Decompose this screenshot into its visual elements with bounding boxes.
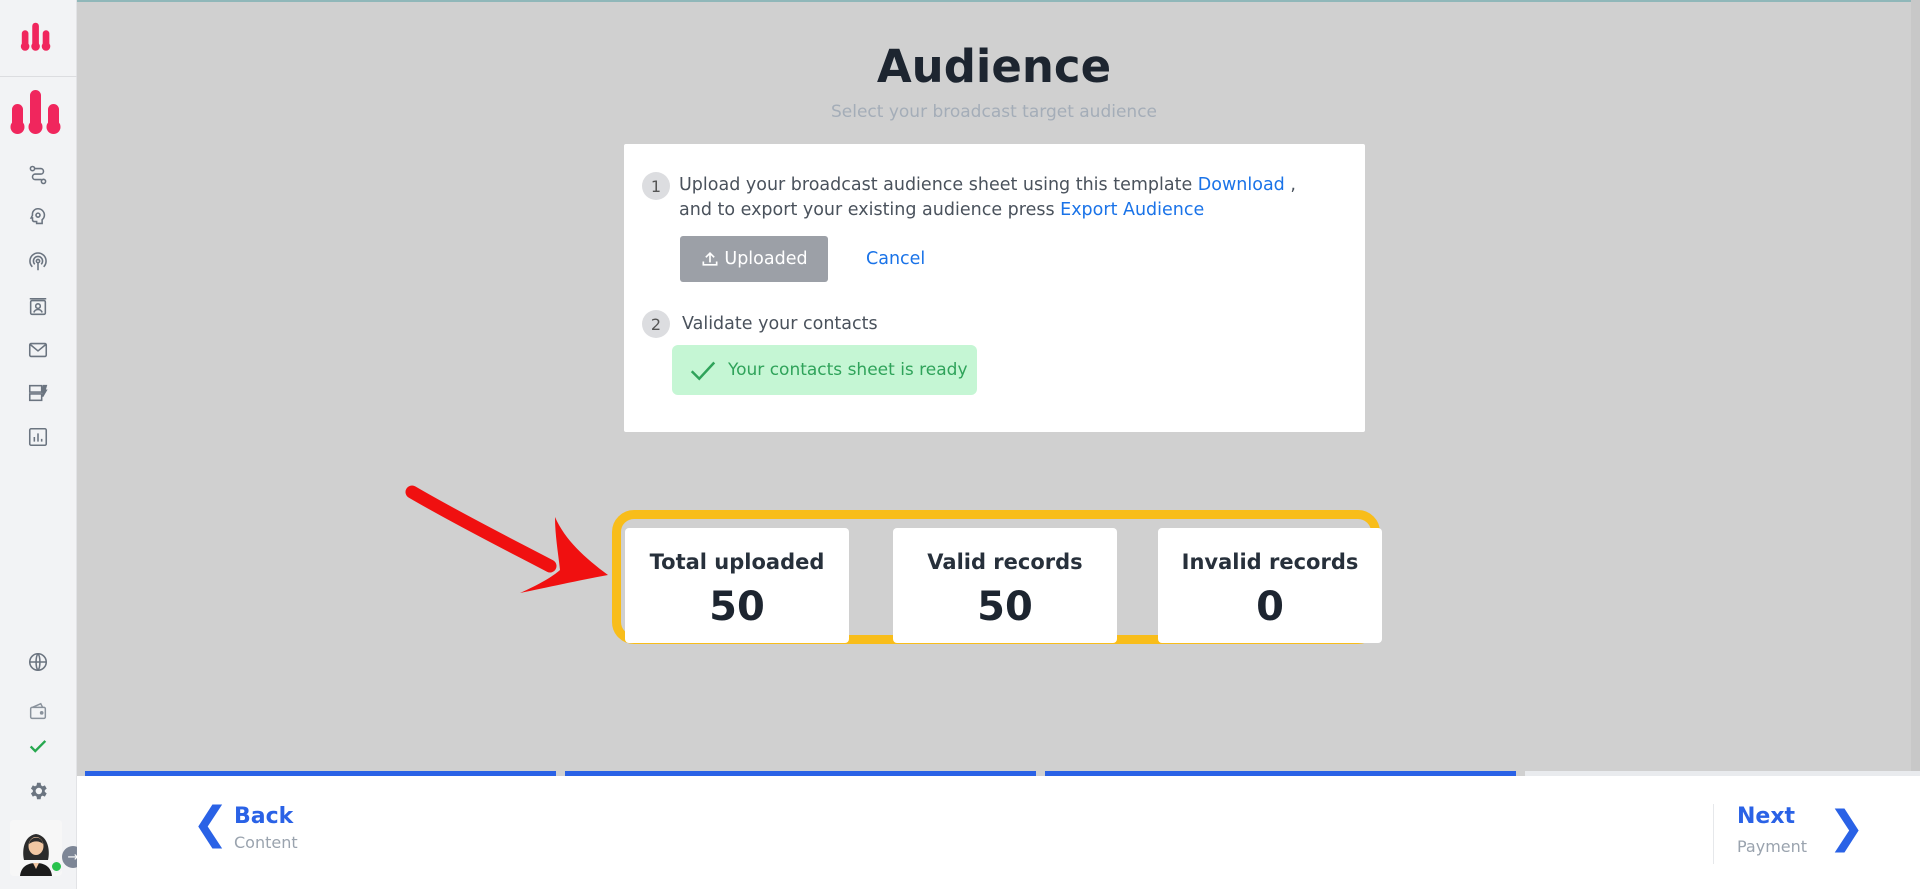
- chevron-right-icon: ❯: [1828, 802, 1865, 853]
- page-title: Audience: [876, 40, 1112, 93]
- stat-card-valid: Valid records 50: [893, 528, 1117, 643]
- stat-card-invalid: Invalid records 0: [1158, 528, 1382, 643]
- stat-label: Invalid records: [1181, 550, 1359, 574]
- upload-icon: [702, 251, 718, 266]
- globe-icon[interactable]: [26, 650, 50, 674]
- cancel-button[interactable]: Cancel: [866, 249, 925, 269]
- annotation-arrow: [405, 485, 608, 593]
- next-sub-label: Payment: [1737, 837, 1808, 856]
- stats-highlight-frame: Total uploaded 50 Valid records 50 Inval…: [612, 510, 1382, 644]
- step2-instruction: Validate your contacts: [682, 314, 878, 334]
- scrollbar[interactable]: [1911, 0, 1920, 776]
- wallet-icon[interactable]: [26, 699, 50, 723]
- stat-label: Valid records: [927, 550, 1083, 574]
- step1-instruction-line1: Upload your broadcast audience sheet usi…: [679, 175, 1296, 195]
- stat-value: 50: [977, 584, 1033, 630]
- analytics-icon[interactable]: [26, 425, 50, 449]
- step1-comma: ,: [1284, 175, 1296, 195]
- stat-label: Total uploaded: [649, 550, 825, 574]
- export-audience-link[interactable]: Export Audience: [1060, 200, 1204, 220]
- sidebar: [0, 0, 77, 889]
- contacts-icon[interactable]: [26, 295, 50, 319]
- step-number-1: 1: [642, 172, 670, 200]
- broadcast-icon[interactable]: [26, 250, 50, 274]
- step-number-2: 2: [642, 310, 670, 338]
- brand-logo-small[interactable]: [18, 18, 56, 54]
- gear-icon[interactable]: [26, 779, 50, 803]
- contacts-ready-text: Your contacts sheet is ready: [728, 360, 968, 380]
- export-text: and to export your existing audience pre…: [679, 200, 1061, 220]
- next-label: Next: [1737, 804, 1796, 829]
- checkmark-icon: [690, 361, 716, 381]
- uploaded-button[interactable]: Uploaded: [680, 236, 828, 282]
- contacts-ready-badge: Your contacts sheet is ready: [672, 345, 977, 395]
- step1-text: Upload your broadcast audience sheet usi…: [679, 175, 1198, 195]
- step1-instruction-line2: and to export your existing audience pre…: [679, 200, 1204, 220]
- back-label: Back: [234, 804, 294, 829]
- back-sub-label: Content: [234, 833, 298, 852]
- uploaded-button-label: Uploaded: [724, 249, 808, 269]
- page-subtitle: Select your broadcast target audience: [830, 102, 1158, 122]
- chevron-left-icon: ❮: [192, 798, 229, 849]
- next-divider: [1713, 804, 1714, 864]
- stat-card-total: Total uploaded 50: [625, 528, 849, 643]
- sidebar-divider: [0, 76, 77, 77]
- check-icon: [26, 734, 50, 758]
- top-accent-line: [77, 0, 1920, 2]
- online-status-dot: [50, 860, 63, 873]
- footer: ❮ Back Content Next Payment ❯: [77, 776, 1920, 889]
- stat-value: 50: [709, 584, 765, 630]
- stat-value: 0: [1256, 584, 1284, 630]
- flows-icon[interactable]: [26, 163, 50, 187]
- inbox-icon[interactable]: [26, 338, 50, 362]
- templates-icon[interactable]: [26, 381, 50, 405]
- download-template-link[interactable]: Download: [1198, 175, 1285, 195]
- bot-icon[interactable]: [26, 205, 50, 229]
- upload-card: 1 Upload your broadcast audience sheet u…: [624, 144, 1365, 432]
- brand-logo[interactable]: [8, 86, 66, 136]
